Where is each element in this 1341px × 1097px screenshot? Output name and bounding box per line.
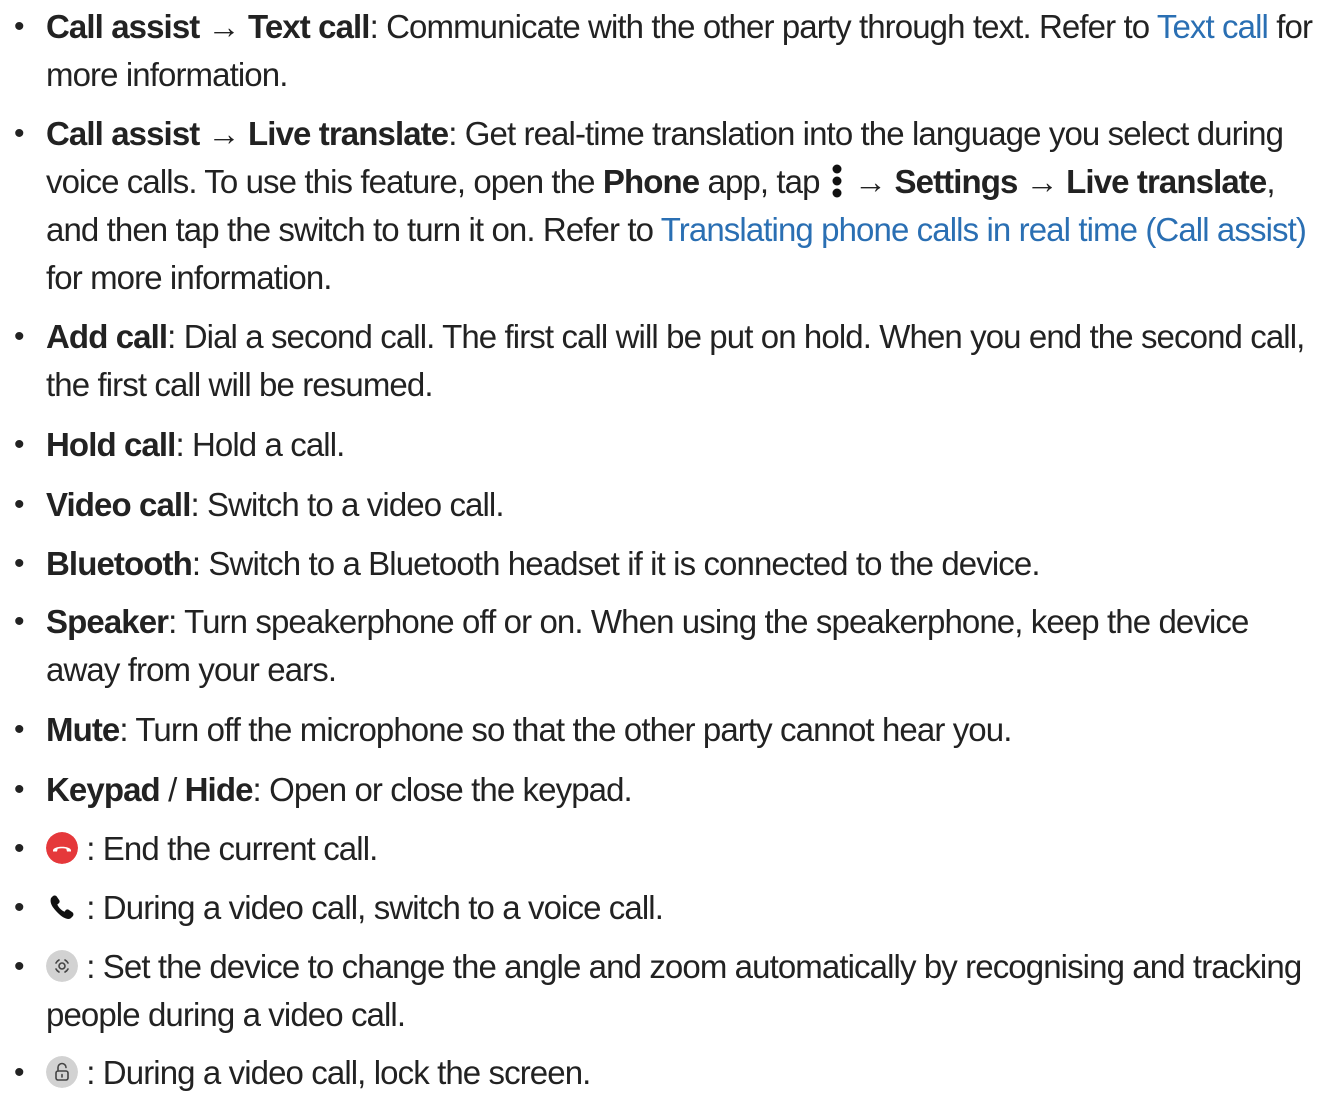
item-description: : End the current call. xyxy=(78,830,378,867)
live-translate-label: Live translate xyxy=(1066,163,1267,200)
bullet: • xyxy=(14,1056,25,1089)
bullet: • xyxy=(14,320,25,353)
bullet: • xyxy=(14,713,25,746)
item-description: : Turn off the microphone so that the ot… xyxy=(119,711,1012,748)
lock-icon xyxy=(46,1056,78,1089)
item-label: Call assist xyxy=(46,115,200,152)
translating-calls-link[interactable]: Translating phone calls in real time (Ca… xyxy=(661,211,1307,248)
end-call-icon xyxy=(46,832,78,865)
item-description: : Switch to a video call. xyxy=(190,486,504,523)
item-label: Bluetooth xyxy=(46,545,193,582)
item-text: Call assist → Live translate: Get real-t… xyxy=(46,110,1327,302)
item-text: Hold call: Hold a call. xyxy=(46,421,1327,469)
item-label: Mute xyxy=(46,711,120,748)
item-text: : During a video call, lock the screen. xyxy=(46,1049,1327,1097)
item-label: Keypad xyxy=(46,771,161,808)
item-description-tail: for more information. xyxy=(46,259,332,296)
bullet: • xyxy=(14,773,25,806)
arrow: → xyxy=(1025,163,1059,200)
item-text: Call assist → Text call: Communicate wit… xyxy=(46,3,1327,99)
item-description: : Hold a call. xyxy=(175,426,345,463)
bullet: • xyxy=(14,832,25,865)
item-label: Live translate xyxy=(248,115,449,152)
bullet: • xyxy=(14,891,25,924)
bullet: • xyxy=(14,950,25,983)
item-description: : Dial a second call. The first call wil… xyxy=(46,318,1305,403)
more-options-icon xyxy=(832,164,842,198)
item-text: Bluetooth: Switch to a Bluetooth headset… xyxy=(46,540,1327,588)
item-description: : Set the device to change the angle and… xyxy=(46,948,1302,1033)
arrow: → xyxy=(207,8,241,45)
auto-framing-icon xyxy=(46,950,78,983)
item-label: Speaker xyxy=(46,603,169,640)
bullet: • xyxy=(14,428,25,461)
phone-icon xyxy=(50,895,74,920)
item-text: Keypad / Hide: Open or close the keypad. xyxy=(46,766,1327,814)
item-label: Hide xyxy=(184,771,254,808)
arrow: → xyxy=(854,163,887,200)
bullet: • xyxy=(14,488,25,521)
item-description: : During a video call, lock the screen. xyxy=(78,1054,591,1091)
item-text: : End the current call. xyxy=(46,825,1327,873)
separator: / xyxy=(159,771,185,808)
item-label: Hold call xyxy=(46,426,176,463)
item-description: : Open or close the keypad. xyxy=(252,771,633,808)
phone-app-label: Phone xyxy=(602,163,700,200)
item-label: Video call xyxy=(46,486,191,523)
item-text: Video call: Switch to a video call. xyxy=(46,481,1327,529)
arrow: → xyxy=(207,115,241,152)
item-text: Add call: Dial a second call. The first … xyxy=(46,313,1327,409)
item-label: Add call xyxy=(46,318,168,355)
item-label: Call assist xyxy=(46,8,200,45)
item-text: Speaker: Turn speakerphone off or on. Wh… xyxy=(46,598,1327,694)
item-description: : Turn speakerphone off or on. When usin… xyxy=(46,603,1249,688)
settings-label: Settings xyxy=(894,163,1019,200)
bullet: • xyxy=(14,10,25,43)
bullet: • xyxy=(14,605,25,638)
bullet: • xyxy=(14,117,25,150)
item-description: app, tap xyxy=(699,163,828,200)
item-label: Text call xyxy=(248,8,370,45)
item-description: : Switch to a Bluetooth headset if it is… xyxy=(191,545,1041,582)
item-text: Mute: Turn off the microphone so that th… xyxy=(46,706,1327,754)
item-description: : During a video call, switch to a voice… xyxy=(78,889,664,926)
item-text: : During a video call, switch to a voice… xyxy=(46,884,1327,932)
item-description: : Communicate with the other party throu… xyxy=(369,8,1157,45)
bullet: • xyxy=(14,547,25,580)
item-text: : Set the device to change the angle and… xyxy=(46,943,1327,1039)
text-call-link[interactable]: Text call xyxy=(1157,8,1269,45)
